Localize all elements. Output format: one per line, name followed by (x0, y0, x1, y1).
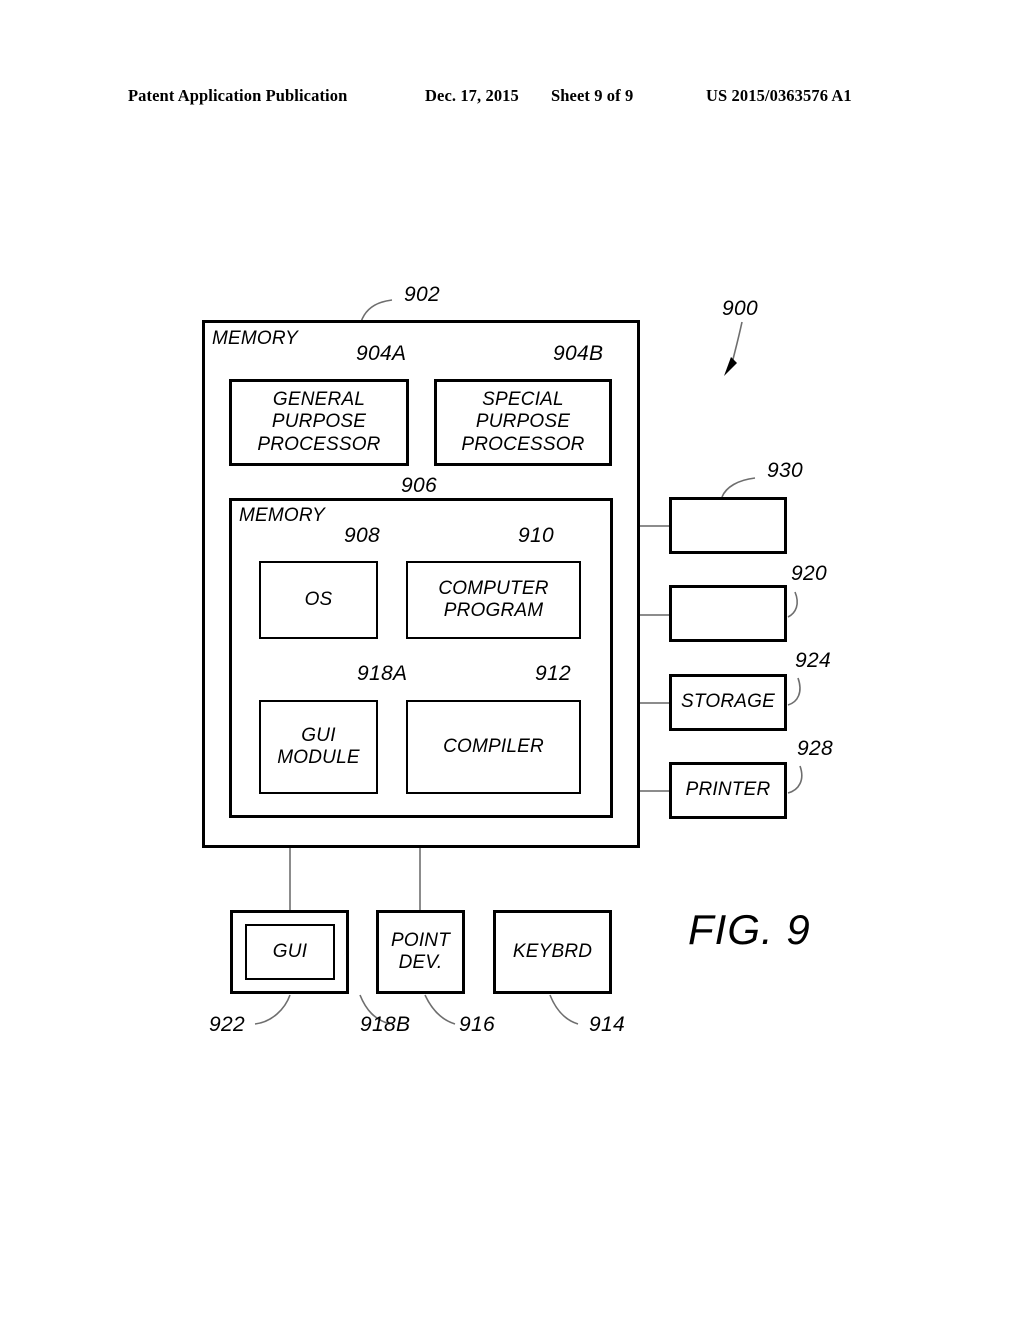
special-purpose-processor-box: SPECIAL PURPOSE PROCESSOR (434, 379, 612, 466)
figure-caption: FIG. 9 (688, 906, 811, 953)
ref-922: 922 (209, 1013, 245, 1036)
printer-box: PRINTER (669, 762, 787, 819)
storage-label: STORAGE (681, 691, 775, 713)
compiler-label: COMPILER (443, 735, 544, 757)
ref-904A: 904A (356, 342, 407, 365)
figure-9-diagram: MEMORY 902 GENERAL PURPOSE PROCESSOR 904… (0, 0, 1024, 1320)
storage-box: STORAGE (669, 674, 787, 731)
leader-900 (730, 321, 743, 369)
gui-module-label: GUI MODULE (277, 724, 360, 768)
peripheral-930-box (669, 497, 787, 554)
connector-system-to-930 (640, 525, 670, 527)
leader-920 (787, 591, 798, 618)
computer-program-box: COMPUTER PROGRAM (406, 561, 581, 639)
general-purpose-processor-box: GENERAL PURPOSE PROCESSOR (229, 379, 409, 466)
computer-program-label: COMPUTER PROGRAM (438, 577, 549, 621)
connector-system-to-point-dev (419, 848, 421, 910)
pointing-device-box: POINT DEV. (376, 910, 465, 994)
memory-label: MEMORY (239, 505, 325, 526)
ref-928: 928 (797, 737, 833, 760)
os-box: OS (259, 561, 378, 639)
ref-930: 930 (767, 459, 803, 482)
leader-930 (721, 477, 756, 498)
system-arrowhead-icon (724, 357, 737, 376)
keyboard-box: KEYBRD (493, 910, 612, 994)
ref-900: 900 (722, 297, 758, 320)
ref-912: 912 (535, 662, 571, 685)
connector-system-to-920 (640, 614, 670, 616)
ref-916: 916 (459, 1013, 495, 1036)
ref-920: 920 (791, 562, 827, 585)
connector-system-to-printer (640, 790, 670, 792)
gui-module-box: GUI MODULE (259, 700, 378, 794)
ref-918B: 918B (360, 1013, 411, 1036)
ref-924: 924 (795, 649, 831, 672)
ref-914: 914 (589, 1013, 625, 1036)
connector-system-to-storage (640, 702, 670, 704)
leader-914 (549, 994, 579, 1025)
ref-906: 906 (401, 474, 437, 497)
ref-902: 902 (404, 283, 440, 306)
printer-label: PRINTER (685, 779, 771, 801)
ref-904B: 904B (553, 342, 604, 365)
general-purpose-processor-label: GENERAL PURPOSE PROCESSOR (257, 389, 381, 455)
connector-system-to-gui (289, 848, 291, 910)
os-label: OS (304, 588, 333, 610)
peripheral-920-box (669, 585, 787, 642)
keyboard-label: KEYBRD (512, 940, 593, 962)
leader-924 (787, 677, 801, 706)
ref-908: 908 (344, 524, 380, 547)
pointing-device-label: POINT DEV. (390, 929, 451, 973)
compiler-box: COMPILER (406, 700, 581, 794)
leader-922 (254, 994, 291, 1025)
leader-916 (424, 994, 456, 1025)
ref-918A: 918A (357, 662, 408, 685)
computer-system-label: MEMORY (212, 328, 298, 349)
ref-910: 910 (518, 524, 554, 547)
gui-label: GUI (272, 940, 308, 962)
leader-928 (787, 765, 803, 794)
special-purpose-processor-label: SPECIAL PURPOSE PROCESSOR (461, 389, 585, 455)
leader-902 (360, 299, 393, 323)
gui-box: GUI (245, 924, 335, 980)
